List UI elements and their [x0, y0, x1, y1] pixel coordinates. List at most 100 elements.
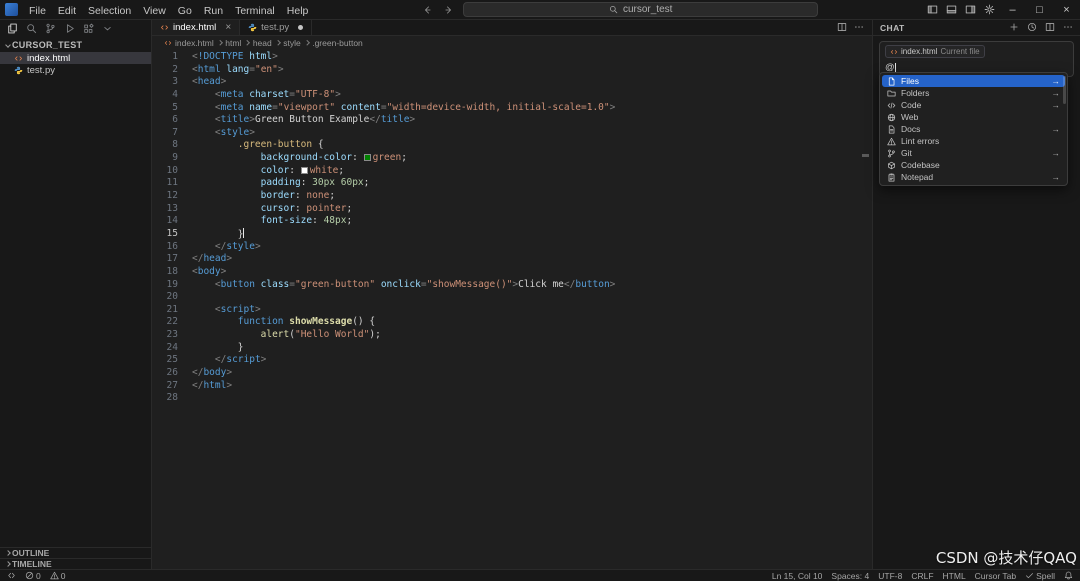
chat-plus-button[interactable]: [1009, 19, 1019, 37]
code-line[interactable]: 10 color: white;: [152, 165, 872, 178]
breadcrumb-item[interactable]: index.html: [164, 38, 214, 48]
file-item-index.html[interactable]: index.html: [0, 52, 151, 64]
explorer-header[interactable]: CURSOR_TEST: [0, 37, 151, 52]
status-item-utf-8[interactable]: UTF-8: [878, 571, 902, 581]
panel-right-button[interactable]: [961, 0, 980, 20]
code-line[interactable]: 13 cursor: pointer;: [152, 203, 872, 216]
code-line[interactable]: 24 }: [152, 342, 872, 355]
status-item-spell[interactable]: Spell: [1025, 571, 1055, 581]
panel-left-button[interactable]: [923, 0, 942, 20]
menu-edit[interactable]: Edit: [52, 5, 82, 17]
code-line[interactable]: 19 <button class="green-button" onclick=…: [152, 279, 872, 292]
menu-go[interactable]: Go: [172, 5, 198, 17]
code-editor-area[interactable]: 1 <!DOCTYPE html> 2 <html lang="en"> 3 <head>…: [152, 49, 872, 569]
code-line[interactable]: 25 </script>: [152, 354, 872, 367]
code-line[interactable]: 11 padding: 30px 60px;: [152, 177, 872, 190]
editor-ellipsis-button[interactable]: [854, 19, 864, 37]
menu-selection[interactable]: Selection: [82, 5, 137, 17]
files-activity-button[interactable]: [3, 20, 22, 37]
breadcrumb-item[interactable]: html: [225, 38, 241, 48]
status-item-ln-15-col-10[interactable]: Ln 15, Col 10: [772, 571, 823, 581]
code-line[interactable]: 12 border: none;: [152, 190, 872, 203]
context-option-folders[interactable]: Folders →: [882, 87, 1065, 99]
context-option-docs[interactable]: Docs →: [882, 123, 1065, 135]
menu-view[interactable]: View: [137, 5, 172, 17]
status-item-spaces-4[interactable]: Spaces: 4: [831, 571, 869, 581]
tab-index.html[interactable]: index.html ×: [152, 20, 241, 35]
breadcrumb-item[interactable]: .green-button: [312, 38, 363, 48]
extensions-activity-button[interactable]: [79, 20, 98, 37]
status-item[interactable]: [7, 571, 16, 580]
text-cursor: [894, 62, 896, 73]
code-line[interactable]: 1 <!DOCTYPE html>: [152, 51, 872, 64]
tab-close-icon[interactable]: ×: [225, 22, 231, 33]
code-line[interactable]: 9 background-color: green;: [152, 152, 872, 165]
code-line[interactable]: 28: [152, 392, 872, 405]
context-option-web[interactable]: Web: [882, 111, 1065, 123]
dropdown-scrollbar[interactable]: [1063, 76, 1066, 104]
window-close-button[interactable]: ×: [1053, 0, 1080, 20]
context-option-codebase[interactable]: Codebase: [882, 159, 1065, 171]
code-line[interactable]: 7 <style>: [152, 127, 872, 140]
code-line[interactable]: 3 <head>: [152, 76, 872, 89]
code-editor[interactable]: 1 <!DOCTYPE html> 2 <html lang="en"> 3 <head>…: [152, 51, 872, 405]
status-item[interactable]: [1064, 571, 1073, 580]
code-line[interactable]: 14 font-size: 48px;: [152, 215, 872, 228]
window-maximize-button[interactable]: □: [1026, 0, 1053, 20]
line-content: <button class="green-button" onclick="sh…: [214, 278, 616, 290]
debug-activity-button[interactable]: [60, 20, 79, 37]
code-line[interactable]: 20: [152, 291, 872, 304]
chat-history-button[interactable]: [1027, 19, 1037, 37]
menu-run[interactable]: Run: [198, 5, 229, 17]
branch-activity-button[interactable]: [41, 20, 60, 37]
menu-help[interactable]: Help: [281, 5, 315, 17]
status-item-cursor-tab[interactable]: Cursor Tab: [975, 571, 1016, 581]
context-option-code[interactable]: Code →: [882, 99, 1065, 111]
menu-terminal[interactable]: Terminal: [229, 5, 281, 17]
code-line[interactable]: 22 function showMessage() {: [152, 316, 872, 329]
section-timeline[interactable]: TIMELINE: [0, 558, 151, 569]
code-line[interactable]: 23 alert("Hello World");: [152, 329, 872, 342]
code-line[interactable]: 26 </body>: [152, 367, 872, 380]
code-line[interactable]: 5 <meta name="viewport" content="width=d…: [152, 102, 872, 115]
app-logo-icon: [5, 3, 18, 16]
menu-file[interactable]: File: [23, 5, 52, 17]
code-line[interactable]: 27 </html>: [152, 380, 872, 393]
context-option-notepad[interactable]: Notepad →: [882, 171, 1065, 183]
context-chip[interactable]: index.html Current file: [885, 45, 985, 58]
code-line[interactable]: 4 <meta charset="UTF-8">: [152, 89, 872, 102]
breadcrumb-item[interactable]: head: [253, 38, 272, 48]
context-option-lint-errors[interactable]: Lint errors: [882, 135, 1065, 147]
history-back-button[interactable]: [419, 2, 435, 18]
scrollbar-thumb[interactable]: [862, 154, 869, 157]
code-line[interactable]: 2 <html lang="en">: [152, 64, 872, 77]
code-line[interactable]: 6 <title>Green Button Example</title>: [152, 114, 872, 127]
gear-button[interactable]: [980, 0, 999, 20]
file-item-test.py[interactable]: test.py: [0, 64, 151, 76]
status-item-0[interactable]: 0: [25, 571, 41, 581]
status-item-crlf[interactable]: CRLF: [911, 571, 933, 581]
code-line[interactable]: 8 .green-button {: [152, 139, 872, 152]
breadcrumb-item[interactable]: style: [283, 38, 300, 48]
search-activity-button[interactable]: [22, 20, 41, 37]
panel-bottom-button[interactable]: [942, 0, 961, 20]
code-line[interactable]: 16 </style>: [152, 241, 872, 254]
command-center-search[interactable]: cursor_test: [463, 2, 819, 17]
code-line[interactable]: 21 <script>: [152, 304, 872, 317]
section-outline[interactable]: OUTLINE: [0, 547, 151, 558]
status-item-html[interactable]: HTML: [943, 571, 966, 581]
context-option-git[interactable]: Git →: [882, 147, 1065, 159]
history-forward-button[interactable]: [441, 2, 457, 18]
chat-ellipsis-button[interactable]: [1063, 19, 1073, 37]
context-option-files[interactable]: Files →: [882, 75, 1065, 87]
window-minimize-button[interactable]: –: [999, 0, 1026, 20]
status-item-0[interactable]: 0: [50, 571, 65, 581]
line-content: .green-button {: [237, 139, 324, 151]
chat-split-button[interactable]: [1045, 19, 1055, 37]
code-line[interactable]: 18 <body>: [152, 266, 872, 279]
code-line[interactable]: 15 }: [152, 227, 872, 241]
code-line[interactable]: 17 </head>: [152, 253, 872, 266]
tab-test.py[interactable]: test.py: [240, 20, 313, 35]
editor-split-button[interactable]: [837, 19, 847, 37]
chevron-down-activity-button[interactable]: [98, 20, 117, 37]
